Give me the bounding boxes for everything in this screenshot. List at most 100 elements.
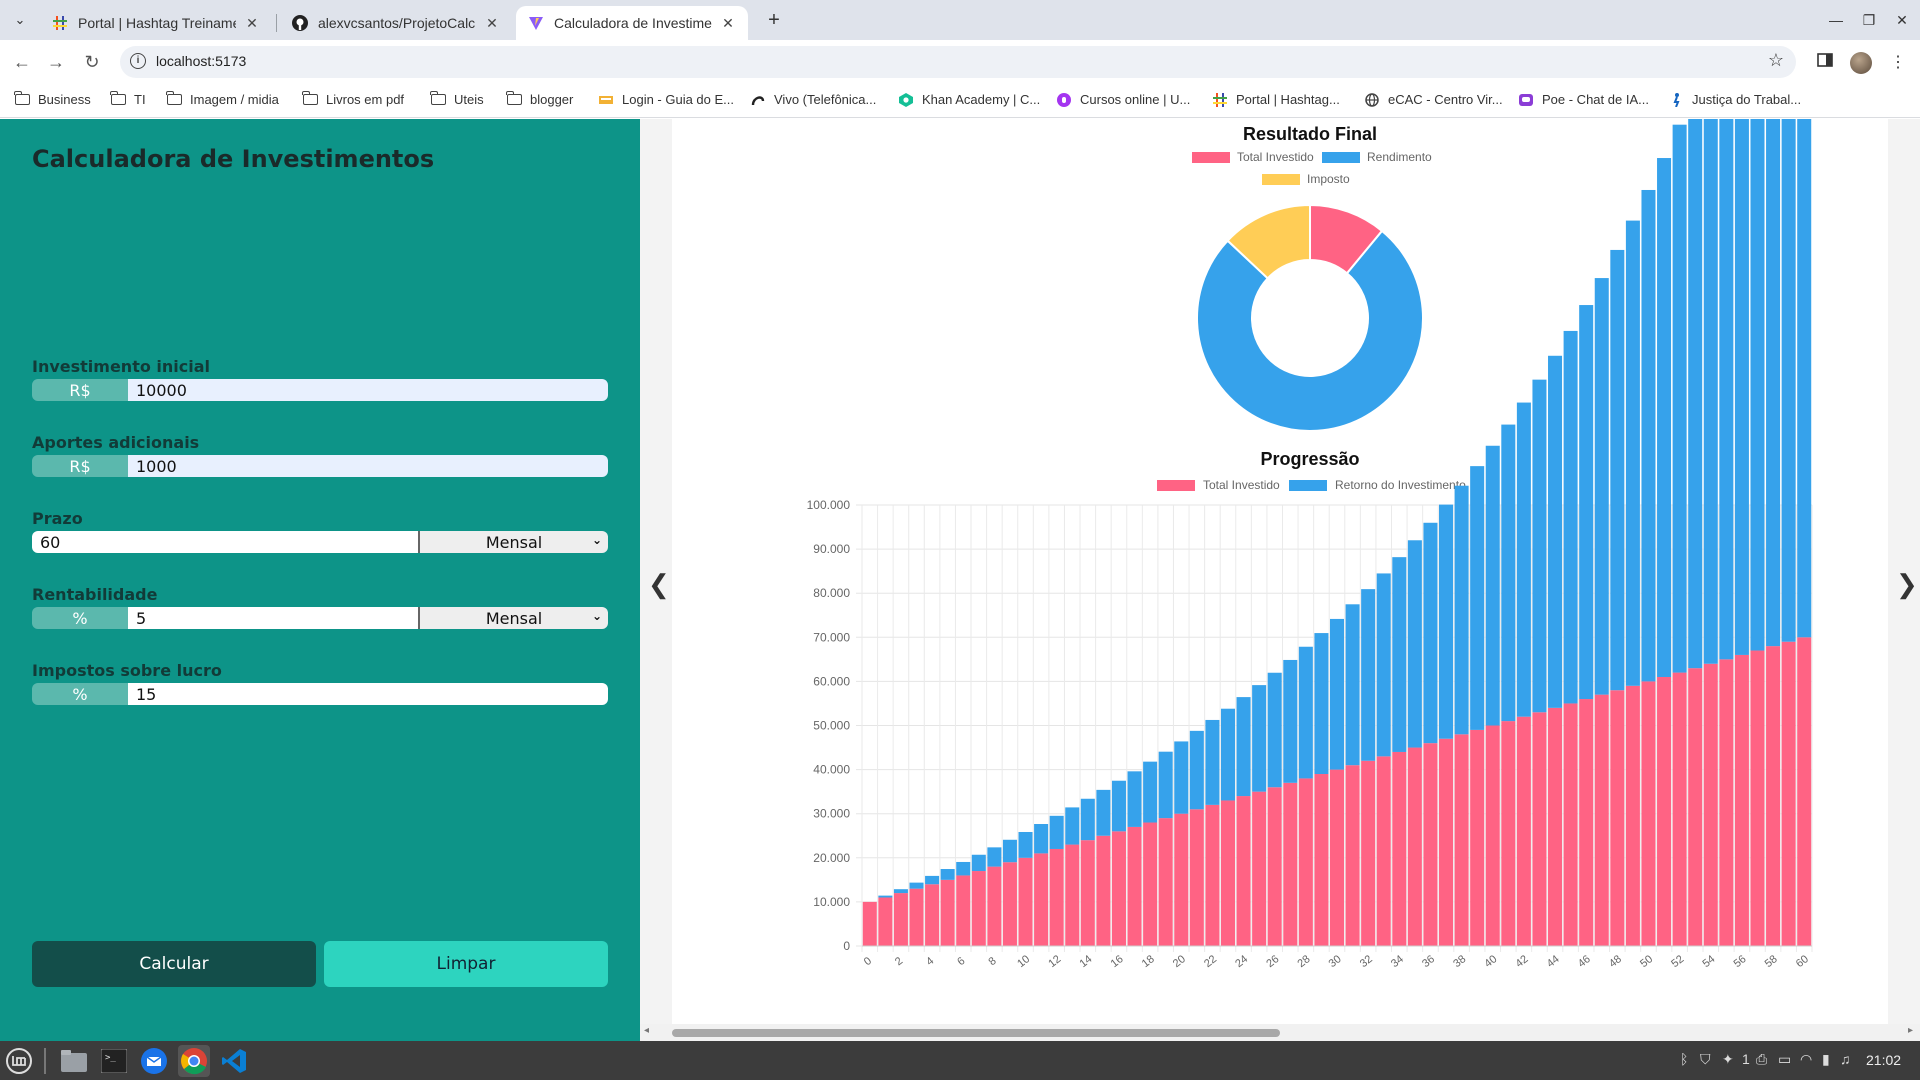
- profile-avatar[interactable]: [1850, 52, 1872, 74]
- tax-input[interactable]: [128, 683, 608, 705]
- bar-retorno: [1439, 504, 1454, 739]
- display-icon[interactable]: ▭: [1778, 1051, 1791, 1068]
- mint-menu-icon[interactable]: [3, 1045, 35, 1077]
- additional-contrib-input[interactable]: [128, 455, 608, 477]
- bar-total-investido: [1002, 862, 1017, 946]
- bookmark-login-guia[interactable]: Login - Guia do E...: [598, 92, 734, 107]
- vscode-icon[interactable]: [218, 1045, 250, 1077]
- new-tab-button[interactable]: +: [760, 6, 788, 34]
- side-panel-button[interactable]: [1813, 50, 1837, 74]
- bar-total-investido: [1516, 716, 1531, 946]
- notification-icon[interactable]: ✦: [1722, 1051, 1734, 1068]
- bar-retorno: [909, 882, 924, 889]
- bar-retorno: [1579, 305, 1594, 700]
- bookmark-livros[interactable]: Livros em pdf: [301, 91, 404, 107]
- term-input[interactable]: [32, 531, 418, 553]
- wifi-icon[interactable]: ◠: [1800, 1051, 1812, 1068]
- bookmark-poe[interactable]: Poe - Chat de IA...: [1518, 92, 1649, 107]
- bookmark-justica[interactable]: Justiça do Trabal...: [1668, 92, 1801, 107]
- tab-search-button[interactable]: ⌄: [8, 8, 32, 32]
- workspace-indicator[interactable]: 1: [1742, 1051, 1750, 1067]
- shield-icon[interactable]: ⛉: [1700, 1051, 1711, 1068]
- bookmark-ecac[interactable]: eCAC - Centro Vir...: [1364, 92, 1503, 107]
- currency-prefix: R$: [32, 455, 128, 477]
- bookmark-portal-hashtag[interactable]: Portal | Hashtag...: [1212, 92, 1340, 107]
- bar-total-investido: [878, 897, 893, 946]
- carousel-prev-button[interactable]: ❮: [648, 569, 670, 600]
- battery-icon[interactable]: ▮: [1822, 1051, 1830, 1068]
- chevron-down-icon: ⌄: [14, 12, 26, 27]
- files-icon[interactable]: [58, 1045, 90, 1077]
- bluetooth-icon[interactable]: ᛒ: [1680, 1051, 1688, 1067]
- tab-hashtag[interactable]: Portal | Hashtag Treinament ✕: [40, 6, 272, 40]
- bar-total-investido: [1485, 725, 1500, 946]
- x-tick-label: 24: [1233, 953, 1250, 970]
- x-tick-label: 0: [862, 955, 874, 968]
- y-tick-label: 30.000: [813, 807, 850, 821]
- thunderbird-icon[interactable]: [138, 1045, 170, 1077]
- bookmark-blogger[interactable]: blogger: [505, 91, 574, 107]
- address-bar[interactable]: i localhost:5173 ☆: [120, 46, 1796, 78]
- hashtag-favicon-icon: [1212, 92, 1228, 107]
- tab-calculadora[interactable]: Calculadora de Investimento ✕: [516, 6, 748, 40]
- bar-total-investido: [1252, 791, 1267, 946]
- bookmark-vivo[interactable]: Vivo (Telefônica...: [750, 92, 876, 107]
- y-tick-label: 70.000: [813, 630, 850, 644]
- term-period-select[interactable]: Mensal ⌄: [418, 531, 608, 553]
- scroll-right-icon[interactable]: ▸: [1908, 1025, 1913, 1036]
- star-icon[interactable]: ☆: [1768, 50, 1784, 71]
- chrome-icon[interactable]: [178, 1045, 210, 1077]
- y-tick-label: 50.000: [813, 719, 850, 733]
- rate-period-select[interactable]: Mensal ⌄: [418, 607, 608, 629]
- bar-retorno: [1750, 0, 1765, 651]
- reload-button[interactable]: ↻: [78, 48, 106, 76]
- pie-legend-swatch: [1322, 152, 1360, 163]
- bar-total-investido: [1345, 765, 1360, 946]
- close-icon[interactable]: ✕: [244, 15, 260, 32]
- tab-github[interactable]: alexvcsantos/ProjetoCalcula ✕: [280, 6, 512, 40]
- bar-total-investido: [1641, 681, 1656, 946]
- bookmark-uteis[interactable]: Uteis: [429, 91, 484, 107]
- bar-retorno: [1376, 573, 1391, 757]
- bookmark-khan[interactable]: Khan Academy | C...: [898, 92, 1040, 107]
- initial-investment-label: Investimento inicial: [32, 357, 211, 376]
- close-window-button[interactable]: ✕: [1890, 8, 1914, 32]
- restore-button[interactable]: ❐: [1857, 8, 1881, 32]
- bar-retorno: [1485, 445, 1500, 726]
- scroll-left-icon[interactable]: ◂: [644, 1025, 649, 1036]
- bookmark-label: blogger: [530, 92, 574, 107]
- close-icon: ✕: [1896, 11, 1908, 28]
- restore-icon: ❐: [1862, 11, 1876, 28]
- bookmark-business[interactable]: Business: [13, 91, 91, 107]
- bookmark-imagem[interactable]: Imagem / midia: [165, 91, 279, 107]
- clear-button[interactable]: Limpar: [324, 941, 608, 987]
- carousel-next-button[interactable]: ❯: [1896, 569, 1918, 600]
- printer-icon[interactable]: ⎙: [1756, 1051, 1767, 1068]
- sound-icon[interactable]: ♫: [1840, 1051, 1851, 1067]
- x-tick-label: 52: [1669, 953, 1686, 970]
- arrow-right-icon: →: [47, 51, 65, 72]
- rate-input[interactable]: [128, 607, 418, 629]
- close-icon[interactable]: ✕: [484, 15, 500, 32]
- menu-button[interactable]: ⋮: [1886, 50, 1910, 74]
- bookmark-cursos[interactable]: Cursos online | U...: [1056, 92, 1190, 107]
- bar-retorno: [893, 889, 908, 894]
- initial-investment-input[interactable]: [128, 379, 608, 401]
- close-icon[interactable]: ✕: [720, 15, 736, 32]
- bar-retorno: [1407, 540, 1422, 748]
- bar-total-investido: [893, 893, 908, 946]
- scrollbar-thumb[interactable]: [672, 1029, 1280, 1037]
- bookmark-ti[interactable]: TI: [109, 91, 146, 107]
- terminal-icon[interactable]: >_: [98, 1045, 130, 1077]
- minimize-button[interactable]: —: [1824, 8, 1848, 32]
- horizontal-scrollbar[interactable]: ◂ ▸: [640, 1024, 1920, 1041]
- bar-retorno: [987, 847, 1002, 867]
- rate-row: % Mensal ⌄: [32, 607, 608, 629]
- info-icon[interactable]: i: [130, 53, 146, 69]
- additional-contrib-row: R$: [32, 455, 608, 477]
- bar-total-investido: [1143, 822, 1158, 946]
- back-button[interactable]: ←: [8, 48, 36, 76]
- forward-button[interactable]: →: [42, 48, 70, 76]
- x-tick-label: 56: [1732, 953, 1749, 970]
- calculate-button[interactable]: Calcular: [32, 941, 316, 987]
